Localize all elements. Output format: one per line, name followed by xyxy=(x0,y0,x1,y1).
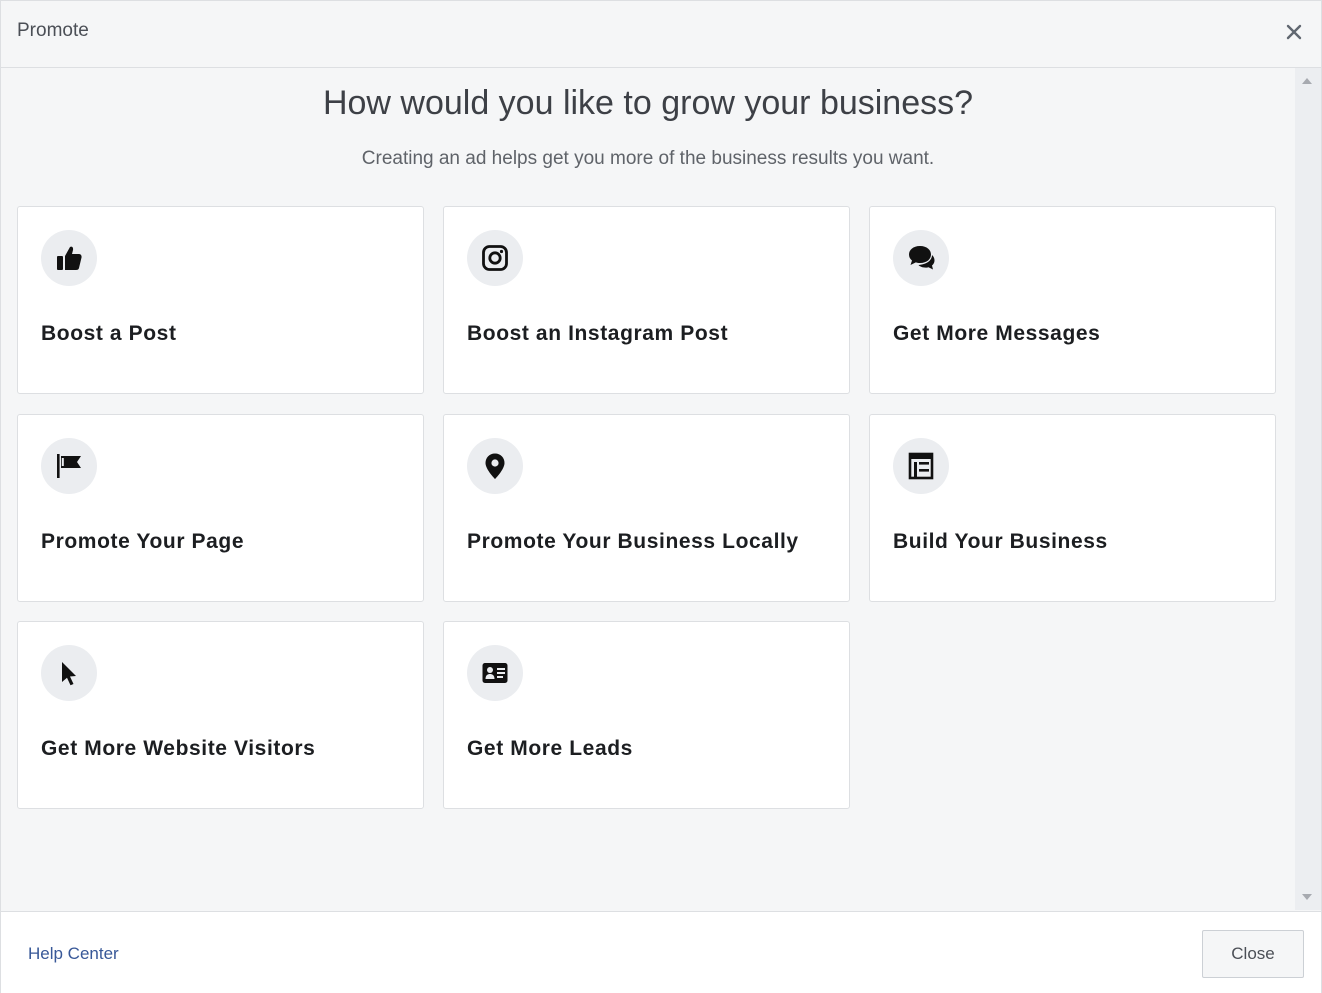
option-label: Boost an Instagram Post xyxy=(467,322,729,345)
option-get-website-visitors[interactable]: Get More Website Visitors xyxy=(17,621,424,809)
vertical-scrollbar[interactable] xyxy=(1295,68,1321,910)
option-promote-page[interactable]: Promote Your Page xyxy=(17,414,424,602)
flag-icon xyxy=(57,454,81,478)
option-label: Promote Your Page xyxy=(41,530,245,553)
chat-bubbles-icon xyxy=(909,246,935,270)
promote-dialog: Promote How would you like to grow your … xyxy=(0,0,1322,993)
scroll-down-icon[interactable] xyxy=(1302,894,1312,900)
option-label: Get More Leads xyxy=(467,737,633,760)
option-label: Get More Messages xyxy=(893,322,1101,345)
option-icon-circle xyxy=(41,645,97,701)
close-icon[interactable] xyxy=(1279,17,1309,47)
option-boost-post[interactable]: Boost a Post xyxy=(17,206,424,394)
option-icon-circle xyxy=(467,230,523,286)
option-icon-circle xyxy=(467,645,523,701)
option-icon-circle xyxy=(893,438,949,494)
option-promote-business-locally[interactable]: Promote Your Business Locally xyxy=(443,414,850,602)
dialog-body: How would you like to grow your business… xyxy=(1,68,1295,910)
close-button[interactable]: Close xyxy=(1202,930,1304,978)
dialog-footer: Help Center Close xyxy=(1,911,1321,993)
option-icon-circle xyxy=(41,230,97,286)
dialog-title: Promote xyxy=(17,20,89,41)
option-build-business[interactable]: Build Your Business xyxy=(869,414,1276,602)
option-label: Build Your Business xyxy=(893,530,1108,553)
option-boost-instagram-post[interactable]: Boost an Instagram Post xyxy=(443,206,850,394)
storefront-icon xyxy=(908,452,934,480)
option-get-more-leads[interactable]: Get More Leads xyxy=(443,621,850,809)
instagram-icon xyxy=(482,245,508,271)
page-heading: How would you like to grow your business… xyxy=(322,84,974,122)
contact-card-icon xyxy=(482,663,508,683)
page-subheading: Creating an ad helps get you more of the… xyxy=(361,148,935,169)
dialog-header: Promote xyxy=(1,1,1321,68)
cursor-icon xyxy=(62,662,76,686)
option-get-more-messages[interactable]: Get More Messages xyxy=(869,206,1276,394)
option-label: Promote Your Business Locally xyxy=(467,530,799,553)
option-label: Boost a Post xyxy=(41,322,177,345)
location-pin-icon xyxy=(485,453,505,479)
option-icon-circle xyxy=(41,438,97,494)
thumbs-up-icon xyxy=(57,246,82,270)
help-center-link[interactable]: Help Center xyxy=(28,944,119,964)
option-label: Get More Website Visitors xyxy=(41,737,316,760)
option-icon-circle xyxy=(467,438,523,494)
option-icon-circle xyxy=(893,230,949,286)
scroll-up-icon[interactable] xyxy=(1302,78,1312,84)
